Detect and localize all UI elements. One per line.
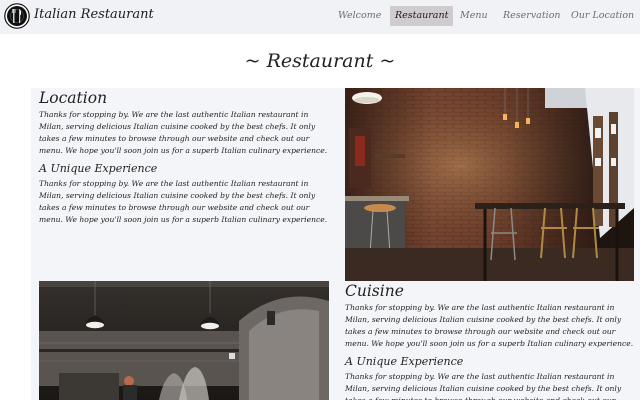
nav-item-welcome[interactable]: Welcome [333, 6, 386, 26]
brand-name[interactable]: Italian Restaurant [34, 7, 154, 22]
location-subtext: Thanks for stopping by. We are the last … [39, 179, 328, 224]
cuisine-text: Thanks for stopping by. We are the last … [345, 303, 634, 348]
nav-item-menu[interactable]: Menu [455, 6, 493, 26]
location-text: Thanks for stopping by. We are the last … [39, 110, 328, 155]
kitchen-photo [39, 281, 329, 400]
nav-item-reservation[interactable]: Reservation [498, 6, 566, 26]
page-title: ~ Restaurant ~ [244, 50, 396, 72]
location-title: Location [39, 89, 108, 107]
cuisine-subtitle: A Unique Experience [345, 355, 464, 368]
location-section: Location Thanks for stopping by. We are … [39, 89, 331, 226]
fork-knife-plate-icon[interactable] [4, 3, 30, 29]
cuisine-subtext: Thanks for stopping by. We are the last … [345, 372, 622, 400]
cuisine-title: Cuisine [345, 282, 404, 300]
nav-item-restaurant[interactable]: Restaurant [390, 6, 454, 26]
location-subtitle: A Unique Experience [39, 162, 158, 175]
cuisine-section: Cuisine Thanks for stopping by. We are t… [345, 282, 635, 400]
nav-item-our-location[interactable]: Our Location [566, 6, 639, 26]
dining-room-photo [345, 88, 634, 281]
navbar: Italian Restaurant Welcome Restaurant Me… [0, 0, 640, 34]
